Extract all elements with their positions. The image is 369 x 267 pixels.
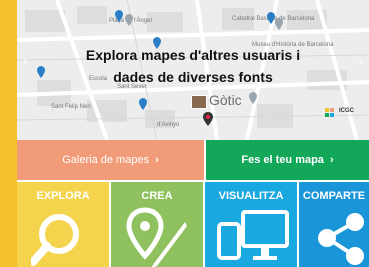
map-street-label: Sant Felip Neri xyxy=(51,104,91,110)
tile-create-label: CREA xyxy=(141,190,173,202)
tile-share[interactable]: COMPARTE xyxy=(299,182,369,267)
map-street-label: d'Avinyó xyxy=(157,122,180,128)
tile-create[interactable]: CREA xyxy=(111,182,203,267)
devices-icon xyxy=(217,210,289,260)
magnifier-icon xyxy=(31,214,79,266)
map-pin-icon[interactable] xyxy=(249,92,257,104)
tile-share-label: COMPARTE xyxy=(302,190,366,202)
district-label: Gòtic xyxy=(209,92,242,108)
map-gallery-button[interactable]: Galeria de mapes › xyxy=(17,140,204,180)
map-pin-icon[interactable] xyxy=(275,18,283,30)
map-headline: Explora mapes d'altres usuaris i dades d… xyxy=(17,44,369,88)
tile-visualize-label: VISUALITZA xyxy=(218,190,284,202)
action-buttons: Galeria de mapes › Fes el teu mapa › xyxy=(17,140,369,180)
logo-text: ICGC xyxy=(339,108,354,114)
photo-thumbnail[interactable] xyxy=(191,95,207,109)
chevron-right-icon: › xyxy=(155,154,159,166)
map-carousel[interactable]: Catedral Basílica de Barcelona Museu d'H… xyxy=(17,0,369,140)
tile-visualize[interactable]: VISUALITZA xyxy=(205,182,297,267)
feature-tiles: EXPLORA CREA VISUALITZA COMPARTE xyxy=(17,182,369,267)
map-headline-line2: dades de diverses fonts xyxy=(113,69,273,85)
share-icon xyxy=(318,213,364,265)
map-pin-icon[interactable] xyxy=(203,112,213,126)
map-pin-icon[interactable] xyxy=(139,98,147,110)
chevron-right-icon: › xyxy=(329,154,334,166)
map-headline-line1: Explora mapes d'altres usuaris i xyxy=(85,47,301,63)
map-gallery-label: Galeria de mapes xyxy=(62,154,150,166)
app-frame: Catedral Basílica de Barcelona Museu d'H… xyxy=(17,0,369,267)
carousel-next-icon[interactable]: › xyxy=(358,52,363,68)
tile-explore-label: EXPLORA xyxy=(36,190,90,202)
pin-and-pencil-icon xyxy=(126,207,187,267)
map-pin-icon[interactable] xyxy=(267,12,275,24)
make-map-label: Fes el teu mapa xyxy=(241,154,324,166)
make-map-button[interactable]: Fes el teu mapa › xyxy=(206,140,369,180)
map-pin-icon[interactable] xyxy=(125,14,133,26)
tile-explore[interactable]: EXPLORA xyxy=(17,182,109,267)
map-pin-icon[interactable] xyxy=(115,10,123,22)
carousel-prev-icon[interactable]: ‹ xyxy=(23,52,28,68)
